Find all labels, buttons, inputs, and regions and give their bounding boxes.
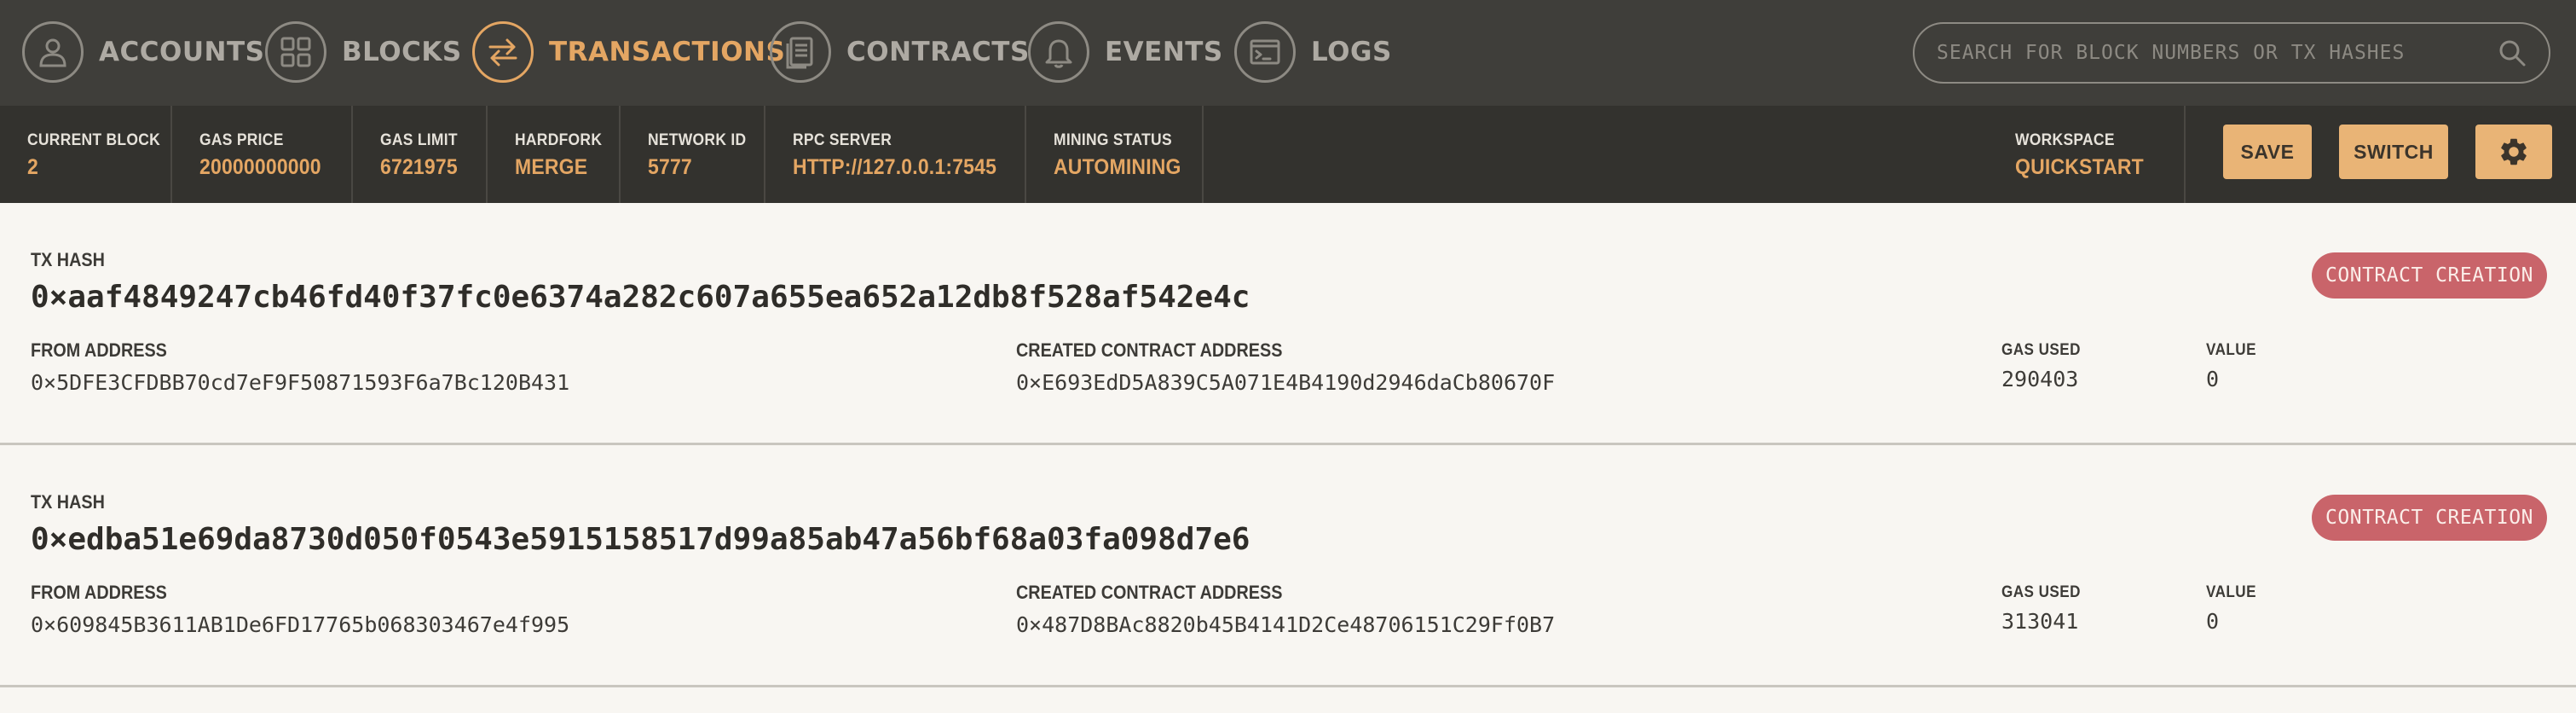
save-button[interactable]: SAVE [2223,125,2312,179]
gas-used-label: GAS USED [2001,583,2081,601]
search-input[interactable] [1937,42,2498,64]
nav-blocks[interactable]: BLOCKS [265,19,462,85]
created-contract-address-label: CREATED CONTRACT ADDRESS [1016,339,1283,361]
terminal-icon [1234,21,1296,83]
network-id-label: NETWORK ID [648,131,747,149]
hardfork-stat: HARDFORK MERGE [488,106,621,203]
nav-transactions-label: TRANSACTIONS [549,37,786,67]
tx-hash-label: TX HASH [31,249,105,270]
value-amount: 0 [2206,367,2220,391]
rpc-server-label: RPC SERVER [793,131,892,149]
gas-used-label: GAS USED [2001,341,2081,359]
account-icon [22,21,84,83]
current-block-value: 2 [27,155,38,179]
hardfork-label: HARDFORK [515,131,603,149]
network-id-value: 5777 [648,155,692,179]
nav-contracts[interactable]: CONTRACTS [770,19,1030,85]
switch-button[interactable]: SWITCH [2339,125,2448,179]
tx-hash-value[interactable]: 0×aaf4849247cb46fd40f37fc0e6374a282c607a… [31,280,1250,315]
top-navigation: ACCOUNTS BLOCKS TRANSACTIONS CONTRACTS E… [0,0,2576,106]
from-address-label: FROM ADDRESS [31,582,167,603]
mining-status-stat: MINING STATUS AUTOMINING [1026,106,1204,203]
blocks-icon [265,21,326,83]
gas-limit-label: GAS LIMIT [380,131,458,149]
transactions-icon [472,21,534,83]
transaction-row[interactable]: TX HASH 0×edba51e69da8730d050f0543e59151… [0,445,2576,687]
gear-icon [2498,136,2530,168]
from-address-value: 0×5DFE3CFDBB70cd7eF9F50871593F6a7Bc120B4… [31,370,570,395]
search-box [1913,22,2550,84]
mining-status-label: MINING STATUS [1054,131,1172,149]
workspace-label: WORKSPACE [2015,131,2115,149]
value-amount: 0 [2206,609,2220,634]
search-icon[interactable] [2498,38,2527,67]
created-contract-address-label: CREATED CONTRACT ADDRESS [1016,582,1283,603]
settings-button[interactable] [2475,125,2552,179]
transaction-row[interactable]: TX HASH 0×aaf4849247cb46fd40f37fc0e6374a… [0,203,2576,445]
created-contract-address-value: 0×487D8BAc8820b45B4141D2Ce48706151C29Ff0… [1016,612,1556,637]
gas-limit-stat: GAS LIMIT 6721975 [353,106,488,203]
network-id-stat: NETWORK ID 5777 [621,106,765,203]
gas-price-label: GAS PRICE [199,131,284,149]
mining-status-value: AUTOMINING [1054,155,1181,179]
gas-price-stat: GAS PRICE 20000000000 [172,106,353,203]
gas-price-value: 20000000000 [199,155,321,179]
gas-used-value: 290403 [2001,367,2079,391]
nav-blocks-label: BLOCKS [342,37,462,67]
workspace-value: QUICKSTART [2015,155,2144,179]
bell-icon [1028,21,1089,83]
rpc-server-value: HTTP://127.0.0.1:7545 [793,155,997,179]
hardfork-value: MERGE [515,155,588,179]
nav-contracts-label: CONTRACTS [846,37,1030,67]
nav-logs[interactable]: LOGS [1234,19,1392,85]
from-address-label: FROM ADDRESS [31,339,167,361]
value-label: VALUE [2206,583,2256,601]
contract-creation-badge: CONTRACT CREATION [2312,252,2547,299]
tx-hash-value[interactable]: 0×edba51e69da8730d050f0543e5915158517d99… [31,522,1250,557]
contracts-icon [770,21,831,83]
created-contract-address-value: 0×E693EdD5A839C5A071E4B4190d2946daCb8067… [1016,370,1556,395]
from-address-value: 0×609845B3611AB1De6FD17765b068303467e4f9… [31,612,570,637]
nav-events[interactable]: EVENTS [1028,19,1223,85]
nav-transactions[interactable]: TRANSACTIONS [472,19,785,85]
nav-logs-label: LOGS [1311,37,1392,67]
gas-used-value: 313041 [2001,609,2079,634]
nav-accounts[interactable]: ACCOUNTS [22,19,264,85]
status-bar: CURRENT BLOCK 2 GAS PRICE 20000000000 GA… [0,106,2576,203]
workspace-stat: WORKSPACE QUICKSTART [1986,106,2186,203]
value-label: VALUE [2206,341,2256,359]
nav-events-label: EVENTS [1105,37,1223,67]
rpc-server-stat: RPC SERVER HTTP://127.0.0.1:7545 [765,106,1026,203]
current-block-stat: CURRENT BLOCK 2 [0,106,172,203]
current-block-label: CURRENT BLOCK [27,131,161,149]
gas-limit-value: 6721975 [380,155,458,179]
contract-creation-badge: CONTRACT CREATION [2312,495,2547,541]
nav-accounts-label: ACCOUNTS [99,37,265,67]
tx-hash-label: TX HASH [31,491,105,513]
